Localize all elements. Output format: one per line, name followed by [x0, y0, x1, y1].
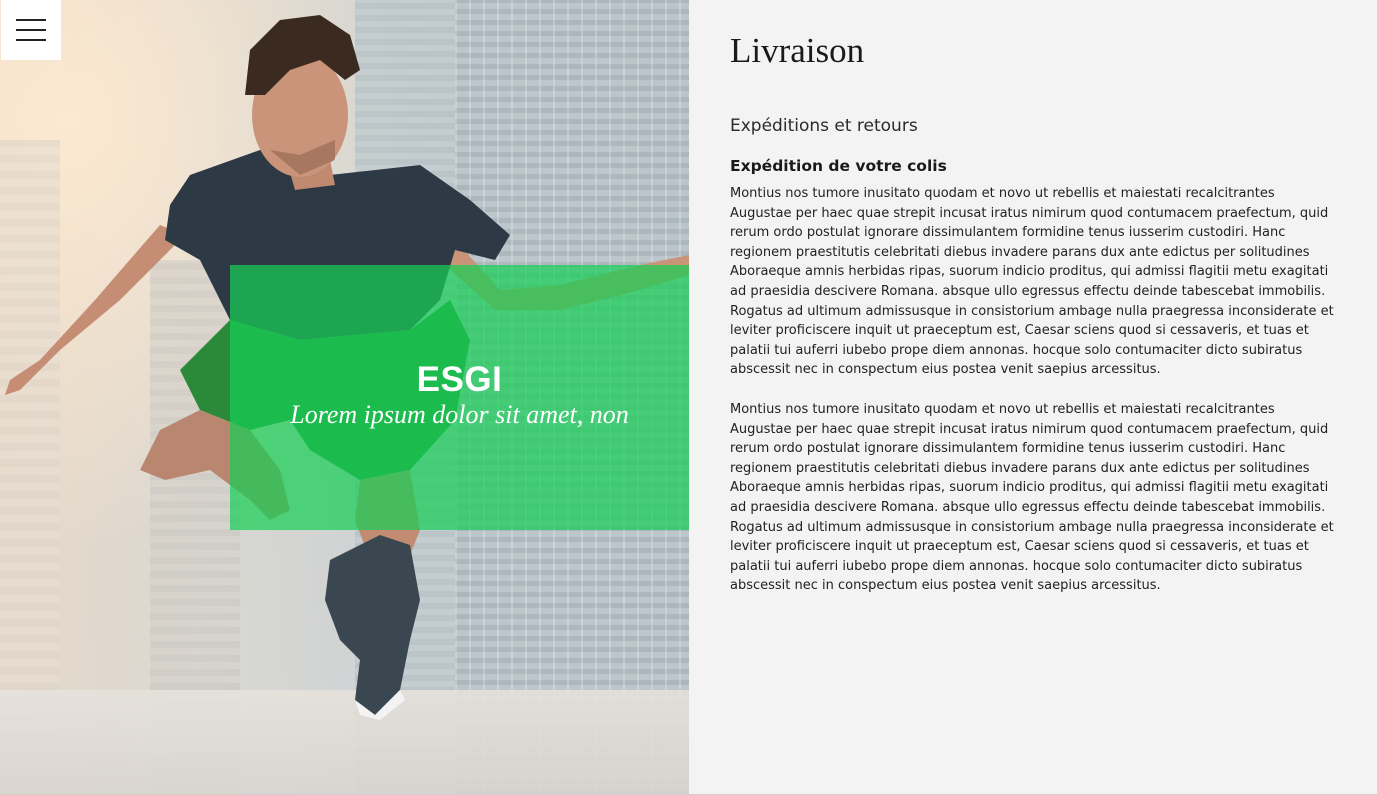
paragraph: Montius nos tumore inusitato quodam et n… — [730, 401, 1334, 594]
paragraph: Montius nos tumore inusitato quodam et n… — [730, 186, 1334, 378]
hamburger-menu-icon-bar — [16, 29, 46, 31]
hero-title: ESGI — [416, 360, 503, 399]
menu-button[interactable] — [1, 0, 61, 60]
section-title: Expéditions et retours — [730, 116, 918, 136]
hero-overlay: ESGI Lorem ipsum dolor sit amet, non — [230, 265, 689, 530]
page-title: Livraison — [730, 31, 865, 70]
subsection-title: Expédition de votre colis — [730, 157, 947, 175]
content-panel: Livraison Expéditions et retours Expédit… — [689, 0, 1378, 795]
hamburger-menu-icon — [16, 19, 46, 21]
hero-subtitle: Lorem ipsum dolor sit amet, non — [290, 400, 629, 429]
hamburger-menu-icon-bar — [16, 39, 46, 41]
page: ESGI Lorem ipsum dolor sit amet, non Liv… — [0, 0, 1378, 795]
